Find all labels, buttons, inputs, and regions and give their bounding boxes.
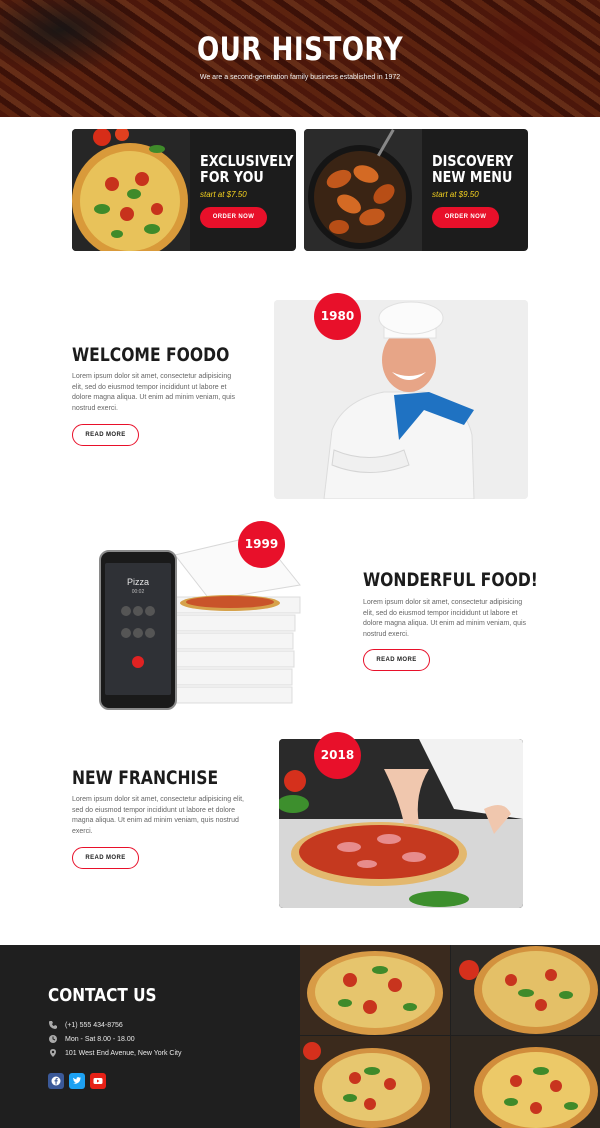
section-text-welcome: Lorem ipsum dolor sit amet, consectetur … [72, 373, 236, 412]
gallery-image [300, 1036, 450, 1128]
contact-hours-text: Mon - Sat 8.00 - 18.00 [65, 1035, 135, 1043]
youtube-icon [93, 1078, 103, 1084]
promo-price: start at $7.50 [200, 190, 247, 199]
read-more-button[interactable]: READ MORE [72, 424, 139, 446]
chef-image [274, 300, 528, 499]
clock-icon [49, 1035, 57, 1043]
social-links [48, 1073, 106, 1089]
promo-price: start at $9.50 [432, 190, 479, 199]
youtube-button[interactable] [90, 1073, 106, 1089]
section-title-welcome: WELCOME FOODO [72, 344, 230, 366]
contact-phone-text: (+1) 555 434-8756 [65, 1021, 123, 1029]
phone-caller-name: Pizza [126, 577, 149, 587]
contact-footer: CONTACT US (+1) 555 434-8756 Mon - Sat 8… [0, 945, 600, 1128]
order-now-button[interactable]: ORDER NOW [432, 207, 499, 228]
year-badge-2018: 2018 [314, 732, 361, 779]
twitter-icon [73, 1077, 81, 1084]
gallery-image [451, 945, 600, 1035]
hero-subtitle: We are a second-generation family busine… [199, 74, 401, 81]
gallery-image [451, 1036, 600, 1128]
facebook-button[interactable] [48, 1073, 64, 1089]
contact-address-text: 101 West End Avenue, New York City [65, 1049, 182, 1057]
phone-call-time: 00:02 [131, 589, 145, 595]
contact-title: CONTACT US [48, 985, 157, 1006]
contact-phone: (+1) 555 434-8756 [48, 1020, 123, 1030]
contact-hours: Mon - Sat 8.00 - 18.00 [48, 1034, 135, 1044]
hero-banner: OUR HISTORY We are a second-generation f… [0, 0, 600, 117]
page-title: OUR HISTORY [196, 30, 404, 68]
contact-address: 101 West End Avenue, New York City [48, 1048, 181, 1058]
section-title-new-franchise: NEW FRANCHISE [72, 767, 219, 789]
section-text-wonderful-food: Lorem ipsum dolor sit amet, consectetur … [363, 599, 527, 638]
phone-icon [49, 1021, 57, 1029]
twitter-button[interactable] [69, 1073, 85, 1089]
chef-image-panel [274, 300, 528, 499]
promo-title-line2: NEW MENU [432, 168, 513, 186]
section-text-new-franchise: Lorem ipsum dolor sit amet, consectetur … [72, 796, 244, 835]
order-now-button[interactable]: ORDER NOW [200, 207, 267, 228]
chicken-wings-image [304, 129, 422, 251]
promo-card-exclusive: EXCLUSIVELY FOR YOU start at $7.50 ORDER… [72, 129, 296, 251]
pizza-image [72, 129, 190, 251]
promo-title-line2: FOR YOU [200, 168, 264, 186]
read-more-button[interactable]: READ MORE [72, 847, 139, 869]
promo-card-new-menu: DISCOVERY NEW MENU start at $9.50 ORDER … [304, 129, 528, 251]
promo-title-line1: EXCLUSIVELY [200, 152, 294, 170]
year-badge-1980: 1980 [314, 293, 361, 340]
year-badge-1999: 1999 [238, 521, 285, 568]
facebook-icon [51, 1076, 61, 1086]
gallery-image [300, 945, 450, 1035]
promo-title-line1: DISCOVERY [432, 152, 514, 170]
read-more-button[interactable]: READ MORE [363, 649, 430, 671]
pizza-gallery [300, 945, 600, 1128]
location-pin-icon [50, 1049, 56, 1057]
section-title-wonderful-food: WONDERFUL FOOD! [363, 569, 538, 591]
